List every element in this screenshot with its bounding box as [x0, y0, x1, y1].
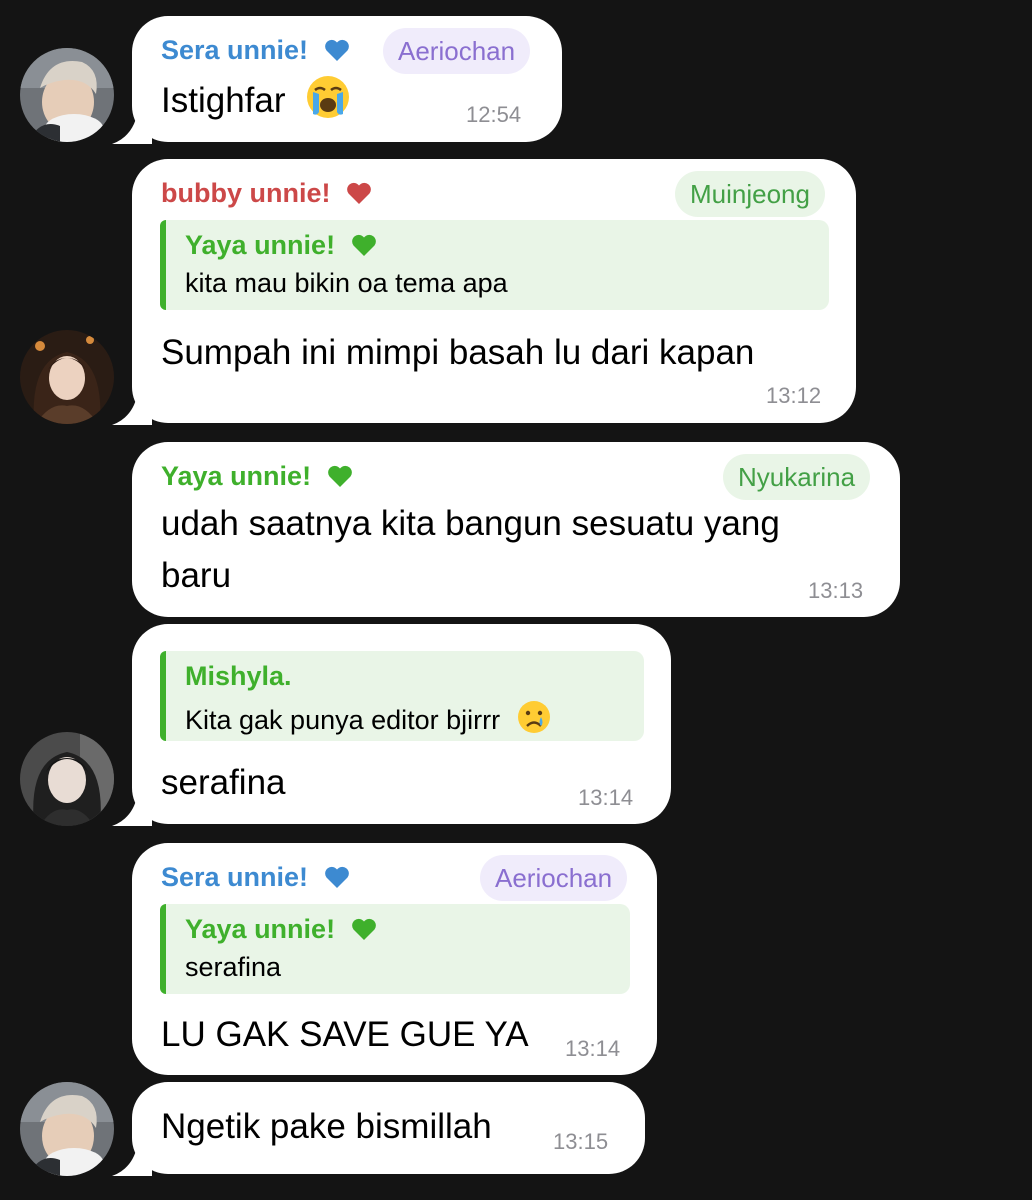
member-tag: Muinjeong	[675, 171, 825, 217]
message-bubble[interactable]: Sera unnie! Aeriochan Yaya unnie! serafi…	[132, 843, 657, 1075]
message-row: Mishyla. Kita gak punya editor bjirrr se…	[0, 624, 1032, 826]
message-row: bubby unnie! Muinjeong Yaya unnie! kita …	[0, 159, 1032, 425]
message-row: Yaya unnie! Nyukarina udah saatnya kita …	[0, 442, 1032, 618]
message-text: serafina	[161, 763, 286, 802]
message-text: LU GAK SAVE GUE YA	[161, 1015, 529, 1054]
reply-sender-name: Yaya unnie!	[185, 230, 811, 261]
blue-heart-icon	[324, 866, 349, 888]
timestamp: 13:14	[578, 785, 634, 810]
reply-sender-name: Mishyla.	[185, 661, 292, 691]
message-row: Ngetik pake bismillah 13:15	[0, 1082, 1032, 1176]
message-bubble[interactable]: Ngetik pake bismillah 13:15	[132, 1082, 645, 1174]
reply-quote[interactable]: Yaya unnie! kita mau bikin oa tema apa	[160, 220, 829, 310]
chat-history: Sera unnie! Aeriochan Istighfar 12:54 bu…	[0, 0, 1032, 1200]
timestamp: 13:13	[808, 578, 864, 603]
green-heart-icon	[351, 234, 376, 256]
message-bubble[interactable]: bubby unnie! Muinjeong Yaya unnie! kita …	[132, 159, 856, 423]
message-text: Sumpah ini mimpi basah lu dari kapan	[161, 333, 755, 372]
reply-quote[interactable]: Mishyla. Kita gak punya editor bjirrr	[160, 651, 644, 741]
sender-name[interactable]: Sera unnie!	[161, 862, 350, 893]
timestamp: 13:15	[553, 1129, 609, 1154]
message-text: Ngetik pake bismillah	[161, 1107, 492, 1146]
reply-sender-name: Yaya unnie!	[185, 914, 612, 945]
message-text: Istighfar	[161, 74, 351, 127]
reply-text: kita mau bikin oa tema apa	[185, 268, 508, 298]
red-heart-icon	[347, 182, 371, 204]
avatar[interactable]	[20, 330, 114, 424]
blue-heart-icon	[324, 39, 349, 61]
avatar[interactable]	[20, 1082, 114, 1176]
reply-text: serafina	[185, 952, 282, 982]
timestamp: 13:12	[766, 383, 822, 408]
member-tag: Aeriochan	[383, 28, 531, 74]
sender-name[interactable]: Sera unnie!	[161, 35, 350, 66]
loudly-crying-face-icon	[307, 76, 350, 118]
timestamp: 12:54	[466, 102, 522, 127]
sender-name[interactable]: Yaya unnie!	[161, 461, 353, 492]
message-bubble[interactable]: Yaya unnie! Nyukarina udah saatnya kita …	[132, 442, 900, 617]
avatar[interactable]	[20, 732, 114, 826]
green-heart-icon	[351, 918, 376, 940]
timestamp: 13:14	[565, 1036, 621, 1061]
message-bubble[interactable]: Sera unnie! Aeriochan Istighfar 12:54	[132, 16, 562, 142]
reply-text: Kita gak punya editor bjirrr	[185, 699, 626, 736]
avatar[interactable]	[20, 48, 114, 142]
message-row: Sera unnie! Aeriochan Istighfar 12:54	[0, 16, 1032, 144]
message-row: Sera unnie! Aeriochan Yaya unnie! serafi…	[0, 843, 1032, 1077]
member-tag: Nyukarina	[723, 454, 871, 500]
message-bubble[interactable]: Mishyla. Kita gak punya editor bjirrr se…	[132, 624, 671, 824]
crying-face-icon	[517, 701, 550, 733]
member-tag: Aeriochan	[480, 855, 628, 901]
reply-quote[interactable]: Yaya unnie! serafina	[160, 904, 630, 994]
sender-name[interactable]: bubby unnie!	[161, 178, 372, 209]
green-heart-icon	[327, 465, 352, 487]
message-text: udah saatnya kita bangun sesuatu yang ba…	[161, 504, 780, 595]
